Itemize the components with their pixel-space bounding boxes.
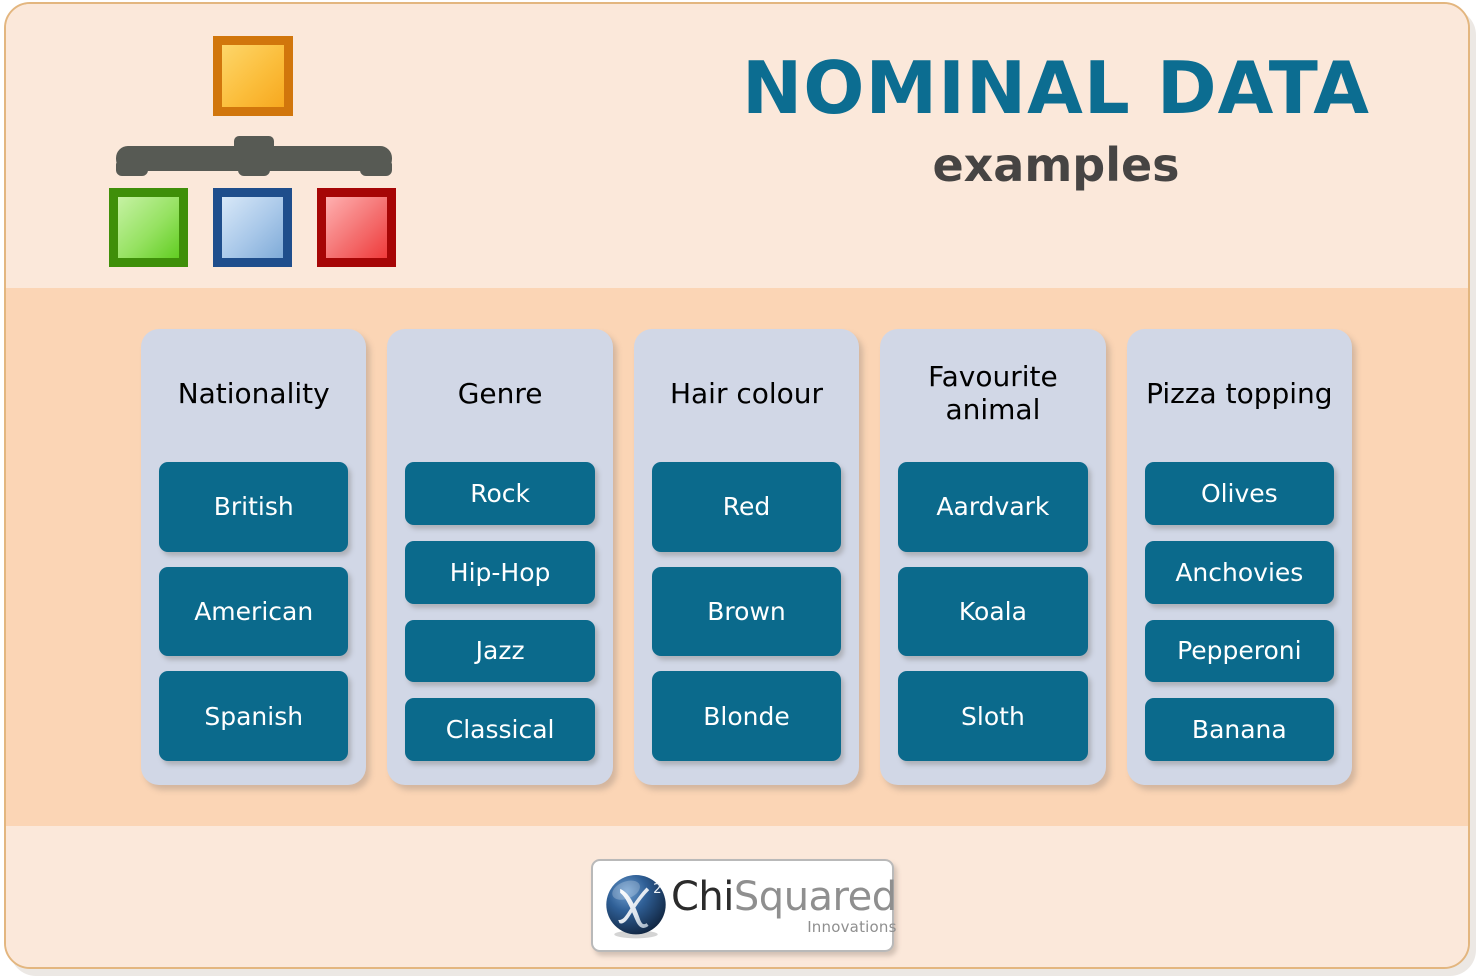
logo-name-part2: Squared (733, 873, 897, 920)
column-item-list: Olives Anchovies Pepperoni Banana (1127, 462, 1352, 761)
chi-squared-sphere-icon: 2 (606, 874, 666, 938)
column-item-list: Aardvark Koala Sloth (880, 462, 1105, 762)
column-card-pizza-topping: Pizza topping Olives Anchovies Pepperoni… (1126, 329, 1353, 785)
list-item[interactable]: Blonde (651, 671, 842, 762)
column-title: Nationality (177, 376, 330, 410)
column-item-list: Rock Hip-Hop Jazz Classical (387, 462, 612, 761)
child-node-blue-icon (213, 188, 292, 267)
logo-wordmark: ChiSquared Innovations (671, 877, 897, 935)
list-item[interactable]: Pepperoni (1144, 619, 1335, 683)
title-block: NOMINAL DATA examples (706, 52, 1406, 188)
list-item[interactable]: Sloth (898, 671, 1088, 762)
list-item[interactable]: Rock (405, 462, 595, 525)
column-card-nationality: Nationality British American Spanish (141, 329, 367, 785)
parent-node-icon (213, 36, 293, 116)
list-item[interactable]: Anchovies (1144, 540, 1335, 604)
list-item[interactable]: Hip-Hop (405, 540, 595, 604)
list-item[interactable]: Koala (898, 566, 1088, 657)
list-item[interactable]: Brown (651, 566, 842, 657)
column-title: Favourite animal (928, 360, 1058, 426)
list-item[interactable]: Classical (405, 698, 595, 761)
list-item[interactable]: Olives (1144, 462, 1335, 525)
column-card-genre: Genre Rock Hip-Hop Jazz Classical (387, 329, 613, 785)
column-item-list: British American Spanish (141, 462, 366, 762)
list-item[interactable]: Jazz (405, 619, 595, 683)
infographic-poster: NOMINAL DATA examples Nationality Britis… (4, 2, 1470, 969)
column-card-favourite-animal: Favourite animal Aardvark Koala Sloth (880, 329, 1106, 785)
example-columns: Nationality British American Spanish Gen… (141, 329, 1353, 785)
connector-icon (116, 136, 392, 176)
column-title: Genre (457, 376, 543, 410)
list-item[interactable]: Banana (1144, 698, 1335, 761)
list-item[interactable]: British (159, 462, 349, 552)
list-item[interactable]: Spanish (159, 671, 349, 762)
logo-name-part1: Chi (671, 873, 734, 920)
column-title: Pizza topping (1146, 376, 1333, 410)
list-item[interactable]: Red (651, 462, 842, 552)
logo-name: ChiSquared (671, 877, 897, 917)
list-item[interactable]: Aardvark (898, 462, 1088, 552)
child-node-green-icon (109, 188, 188, 267)
page-title: NOMINAL DATA (742, 46, 1370, 130)
column-card-hair-colour: Hair colour Red Brown Blonde (633, 329, 860, 785)
column-item-list: Red Brown Blonde (634, 462, 859, 762)
column-title: Hair colour (669, 376, 824, 410)
list-item[interactable]: American (159, 566, 349, 657)
page-subtitle: examples (932, 138, 1180, 192)
brand-logo[interactable]: 2 ChiSquared Innovations (591, 859, 897, 952)
child-node-red-icon (317, 188, 396, 267)
svg-text:2: 2 (653, 881, 661, 896)
hierarchy-icon (109, 36, 396, 267)
logo-tagline: Innovations (807, 917, 897, 936)
